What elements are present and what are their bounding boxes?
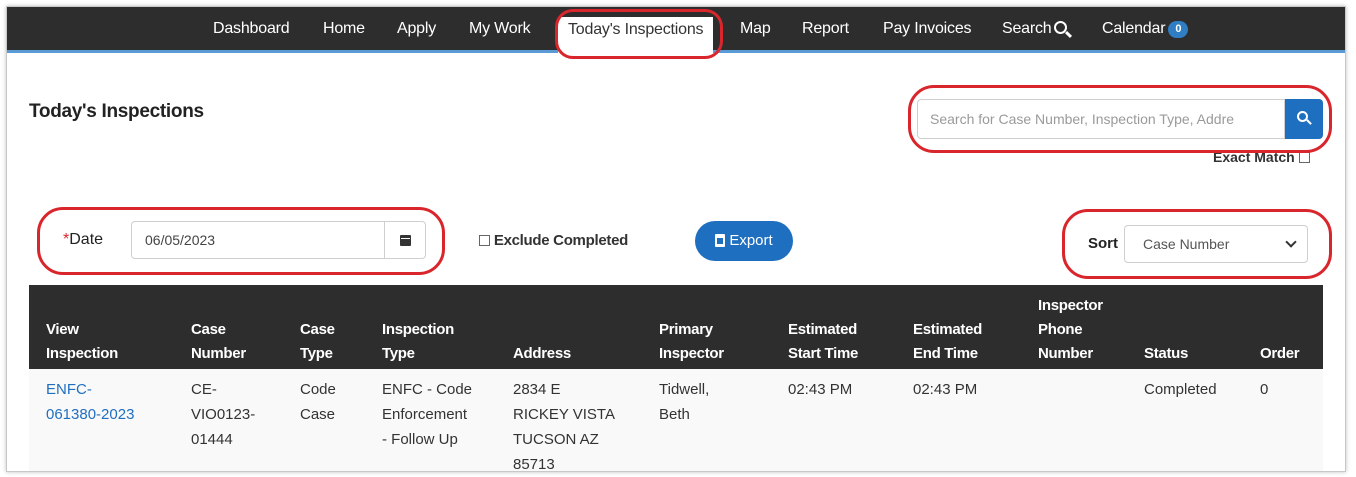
header-line: Estimated [788, 321, 857, 338]
cell-inspection-type: ENFC - Code Enforcement - Follow Up [382, 377, 472, 452]
exclude-completed-toggle[interactable]: Exclude Completed [479, 232, 628, 249]
cell-status: Completed [1144, 381, 1217, 398]
page-title: Today's Inspections [29, 101, 204, 122]
export-label: Export [729, 232, 773, 249]
date-field[interactable]: 06/05/2023 [131, 221, 385, 259]
cell-line: CE- [191, 381, 217, 398]
header-line: View [46, 321, 79, 338]
cell-line: Beth [659, 406, 690, 423]
top-navbar: Dashboard Home Apply My Work Today's Ins… [7, 7, 1345, 55]
exact-match-label: Exact Match [1213, 149, 1295, 165]
col-header-order[interactable]: Order [1260, 342, 1300, 366]
cell-line: - Follow Up [382, 431, 458, 448]
cell-line: ENFC- [46, 381, 92, 398]
chevron-down-icon [1285, 236, 1297, 248]
exact-match-toggle[interactable]: Exact Match [1213, 149, 1310, 165]
cell-line: Case [300, 406, 336, 423]
calendar-icon [400, 235, 411, 246]
cell-end-time: 02:43 PM [913, 381, 978, 398]
header-line: Status [1144, 345, 1189, 362]
cell-line: VIO0123- [191, 406, 256, 423]
cell-start-time: 02:43 PM [788, 381, 853, 398]
col-header-inspection-type[interactable]: Inspection Type [382, 318, 454, 366]
sort-selected-value: Case Number [1143, 236, 1230, 252]
cell-primary-inspector: Tidwell, Beth [659, 377, 709, 427]
col-header-primary-inspector[interactable]: Primary Inspector [659, 318, 724, 366]
nav-pay-invoices[interactable]: Pay Invoices [883, 20, 972, 38]
search-icon [1297, 111, 1308, 122]
col-header-estimated-start[interactable]: Estimated Start Time [788, 318, 858, 366]
cell-address: 2834 E RICKEY VISTA TUCSON AZ 85713 [513, 377, 615, 472]
cell-line: 85713 [513, 456, 555, 472]
header-line: Inspector [1038, 297, 1103, 314]
excel-file-icon [715, 234, 726, 247]
header-line: End Time [913, 345, 978, 362]
table-header: View Inspection Case Number Case Type Inspe… [29, 285, 1323, 369]
cell-line: ENFC - Code [382, 381, 473, 398]
header-line: Type [300, 345, 333, 362]
sort-label: Sort [1088, 235, 1118, 252]
header-line: Inspection [382, 321, 455, 338]
table-row: ENFC- 061380-2023 CE- VIO0123- 01444 Code Ca… [29, 369, 1323, 472]
header-line: Number [191, 345, 246, 362]
col-header-case-type[interactable]: Case Type [300, 318, 335, 366]
search-input[interactable]: Search for Case Number, Inspection Type,… [917, 99, 1285, 139]
nav-search[interactable]: Search [1002, 20, 1067, 38]
nav-dashboard[interactable]: Dashboard [213, 20, 290, 38]
nav-my-work[interactable]: My Work [469, 20, 531, 38]
nav-report[interactable]: Report [802, 20, 849, 38]
nav-home[interactable]: Home [323, 20, 365, 38]
cell-line: 01444 [191, 431, 233, 448]
calendar-count-badge: 0 [1168, 21, 1189, 38]
date-label: *Date [63, 231, 103, 249]
header-line: Start Time [788, 345, 859, 362]
calendar-button[interactable] [384, 221, 426, 259]
exclude-completed-checkbox[interactable] [479, 235, 490, 246]
sort-select[interactable]: Case Number [1124, 225, 1308, 263]
header-line: Number [1038, 345, 1093, 362]
nav-apply[interactable]: Apply [397, 20, 436, 38]
nav-calendar[interactable]: Calendar 0 [1102, 20, 1189, 38]
cell-line: TUCSON AZ [513, 431, 599, 448]
col-header-case-number[interactable]: Case Number [191, 318, 246, 366]
col-header-inspector-phone[interactable]: Inspector Phone Number [1038, 294, 1103, 366]
inspections-table: View Inspection Case Number Case Type Inspe… [29, 285, 1323, 472]
exclude-completed-label: Exclude Completed [493, 232, 628, 249]
header-line: Address [513, 345, 571, 362]
cell-line: Tidwell, [659, 381, 710, 398]
view-inspection-link[interactable]: ENFC- 061380-2023 [46, 377, 134, 427]
cell-line: 2834 E [513, 381, 561, 398]
app-window: Dashboard Home Apply My Work Today's Ins… [6, 6, 1346, 472]
header-line: Case [300, 321, 335, 338]
exact-match-checkbox[interactable] [1298, 152, 1310, 163]
cell-order: 0 [1260, 381, 1269, 398]
cell-line: Enforcement [382, 406, 468, 423]
cell-case-number: CE- VIO0123- 01444 [191, 377, 255, 452]
nav-todays-inspections[interactable]: Today's Inspections [558, 17, 714, 55]
header-line: Phone [1038, 321, 1083, 338]
col-header-estimated-end[interactable]: Estimated End Time [913, 318, 982, 366]
col-header-address[interactable]: Address [513, 342, 571, 366]
header-line: Primary [659, 321, 713, 338]
export-button[interactable]: Export [695, 221, 793, 261]
nav-calendar-label: Calendar [1102, 20, 1166, 37]
nav-map[interactable]: Map [740, 20, 771, 38]
header-line: Case [191, 321, 226, 338]
cell-line: RICKEY VISTA [513, 406, 615, 423]
search-icon [1053, 21, 1067, 34]
col-header-view-inspection[interactable]: View Inspection [46, 318, 118, 366]
nav-search-label: Search [1002, 20, 1052, 37]
search-button[interactable] [1285, 99, 1323, 139]
header-line: Inspector [659, 345, 724, 362]
cell-line: Code [300, 381, 336, 398]
cell-line: 061380-2023 [46, 406, 135, 423]
header-line: Inspection [46, 345, 119, 362]
col-header-status[interactable]: Status [1144, 342, 1188, 366]
date-label-text: Date [69, 231, 104, 248]
header-line: Order [1260, 345, 1300, 362]
header-line: Type [382, 345, 415, 362]
header-line: Estimated [913, 321, 982, 338]
cell-case-type: Code Case [300, 377, 336, 427]
